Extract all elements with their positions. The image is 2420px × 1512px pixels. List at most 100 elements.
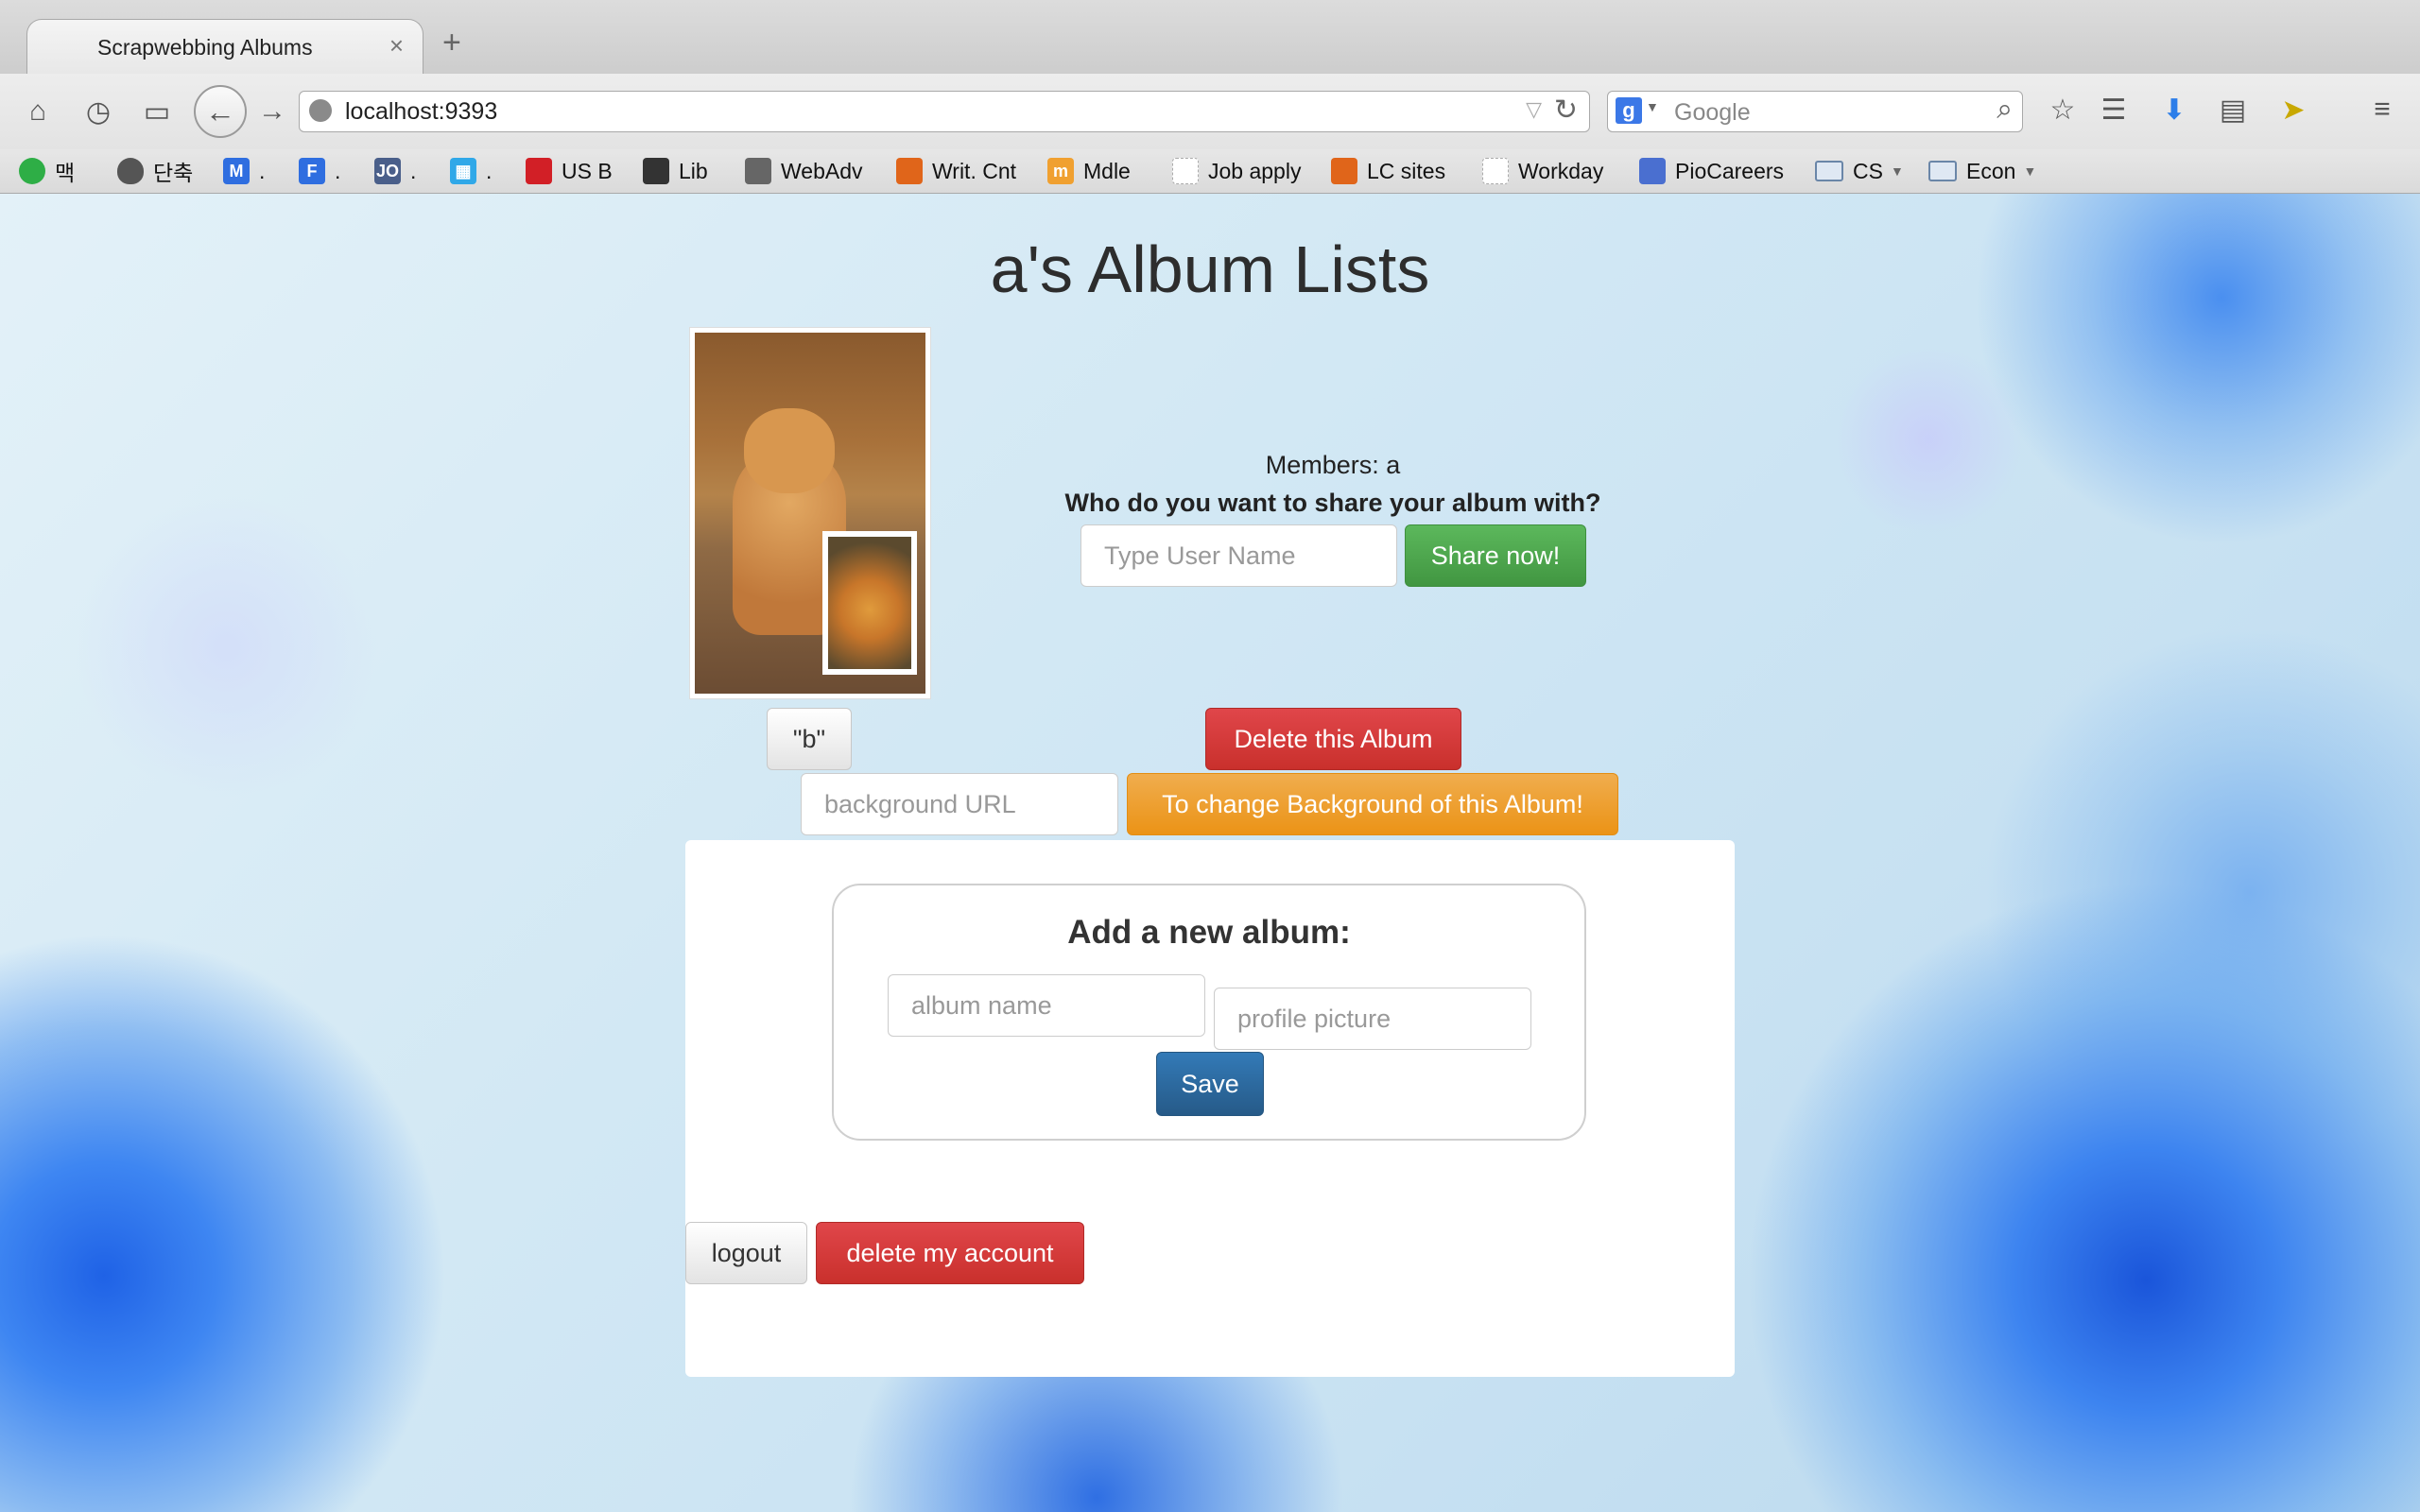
folder-icon bbox=[1815, 161, 1843, 181]
bookmark-item[interactable]: JO. bbox=[374, 155, 416, 187]
add-album-panel: Add a new album: Save bbox=[685, 840, 1735, 1377]
bookmarks-menu-icon[interactable]: ☰ bbox=[2095, 91, 2133, 129]
search-bar[interactable]: g ▼ Google ⌕ bbox=[1607, 91, 2023, 132]
browser-tab[interactable]: Scrapwebbing Albums × bbox=[26, 19, 424, 74]
bookmark-label: 맥 bbox=[55, 161, 76, 185]
bookmark-item[interactable]: WebAdv bbox=[745, 155, 863, 187]
delete-album-button[interactable]: Delete this Album bbox=[1205, 708, 1461, 770]
members-text: Members: a bbox=[1265, 451, 1401, 479]
url-bar[interactable]: localhost:9393 ▽ ↻ bbox=[299, 91, 1590, 132]
image-icon bbox=[745, 158, 771, 184]
bookmark-label: 단축 bbox=[153, 161, 194, 185]
blank-page-icon bbox=[1172, 158, 1199, 184]
bookmark-label: Lib bbox=[679, 158, 708, 183]
bookmarks-bar: 맥 단축 M. F. JO. ▦. US B Lib WebAdv Writ. Cnt m Mdle J… bbox=[0, 149, 2420, 193]
jo-badge-icon: JO bbox=[374, 158, 401, 184]
delete-account-button[interactable]: delete my account bbox=[816, 1222, 1084, 1284]
bookmark-item[interactable]: PioCareers bbox=[1639, 155, 1784, 187]
album-cover-image[interactable] bbox=[689, 327, 931, 699]
bookmark-item[interactable]: 단축 bbox=[117, 155, 193, 187]
engine-dropdown-icon[interactable]: ▼ bbox=[1646, 99, 1659, 114]
forward-icon[interactable]: → bbox=[253, 93, 291, 130]
bookmark-label: Mdle bbox=[1083, 158, 1131, 183]
new-tab-button[interactable]: + bbox=[442, 26, 461, 59]
browser-chrome: Scrapwebbing Albums × + ⌂ ◷ ▭ ← → localh… bbox=[0, 0, 2420, 194]
navigation-toolbar: ⌂ ◷ ▭ ← → localhost:9393 ▽ ↻ g ▼ Google … bbox=[0, 74, 2420, 149]
bookmark-item[interactable]: ▦. bbox=[450, 155, 492, 187]
history-icon[interactable]: ◷ bbox=[79, 93, 117, 130]
building-icon bbox=[643, 158, 669, 184]
bookmark-item[interactable]: US B bbox=[526, 155, 613, 187]
grid-badge-icon: ▦ bbox=[450, 158, 476, 184]
bookmark-label: CS bbox=[1853, 158, 1883, 183]
back-button[interactable]: ← bbox=[194, 85, 247, 138]
logout-button[interactable]: logout bbox=[685, 1222, 807, 1284]
bookmark-item[interactable]: Writ. Cnt bbox=[896, 155, 1016, 187]
bookmark-label: LC sites bbox=[1367, 158, 1446, 183]
cat-photo bbox=[695, 333, 925, 694]
page-icon[interactable]: ▤ bbox=[2214, 91, 2252, 129]
bookmark-item[interactable]: Job apply bbox=[1172, 155, 1301, 187]
bookmark-label: . bbox=[486, 158, 493, 183]
share-question: Who do you want to share your album with… bbox=[1064, 489, 1601, 517]
bookmark-label: Econ bbox=[1966, 158, 2016, 183]
blank-page-icon bbox=[1482, 158, 1509, 184]
change-background-button[interactable]: To change Background of this Album! bbox=[1127, 773, 1618, 835]
url-text[interactable]: localhost:9393 bbox=[345, 98, 497, 126]
apple-icon bbox=[117, 158, 144, 184]
page-content: a's Album Lists Members: a Who do you wa… bbox=[0, 194, 2420, 1512]
bookmark-item[interactable]: Econ ▼ bbox=[1928, 155, 2036, 187]
folder-icon bbox=[1928, 161, 1957, 181]
globe-icon bbox=[309, 99, 332, 122]
profile-picture-input[interactable] bbox=[1214, 988, 1531, 1050]
bookmark-star-icon[interactable]: ☆ bbox=[2044, 91, 2082, 129]
orange-shield-icon bbox=[896, 158, 923, 184]
cat-head bbox=[744, 408, 835, 493]
share-now-button[interactable]: Share now! bbox=[1405, 524, 1586, 587]
search-icon[interactable]: ⌕ bbox=[1996, 94, 2013, 126]
f-badge-icon: F bbox=[299, 158, 325, 184]
green-circle-icon bbox=[19, 158, 45, 184]
tab-close-button[interactable]: × bbox=[389, 31, 404, 60]
home-icon[interactable]: ⌂ bbox=[19, 93, 57, 130]
bookmark-item[interactable]: M. bbox=[223, 155, 265, 187]
bookmark-label: Writ. Cnt bbox=[932, 158, 1017, 183]
m-badge-icon: M bbox=[223, 158, 250, 184]
bookmark-item[interactable]: Lib bbox=[643, 155, 708, 187]
red-shield-icon bbox=[526, 158, 552, 184]
blue-square-icon bbox=[1639, 158, 1666, 184]
menu-icon[interactable]: ≡ bbox=[2363, 91, 2401, 129]
search-input[interactable]: Google bbox=[1674, 99, 1751, 127]
bookmark-label: . bbox=[335, 158, 341, 183]
album-b-button[interactable]: "b" bbox=[767, 708, 852, 770]
bookmark-item[interactable]: Workday bbox=[1482, 155, 1603, 187]
bookmark-item[interactable]: F. bbox=[299, 155, 340, 187]
bookmark-item[interactable]: LC sites bbox=[1331, 155, 1445, 187]
bookmark-label: WebAdv bbox=[781, 158, 863, 183]
cursor-addon-icon[interactable]: ➤ bbox=[2274, 91, 2312, 129]
tab-strip: Scrapwebbing Albums × + bbox=[0, 0, 2420, 74]
reload-icon[interactable]: ↻ bbox=[1554, 94, 1578, 127]
moodle-icon: m bbox=[1047, 158, 1074, 184]
downloads-icon[interactable]: ⬇ bbox=[2155, 91, 2193, 129]
tab-view-icon[interactable]: ▭ bbox=[138, 93, 176, 130]
folder-dropdown-icon: ▼ bbox=[1890, 163, 1904, 179]
add-album-form: Add a new album: Save bbox=[832, 884, 1586, 1141]
inset-photo bbox=[822, 531, 917, 675]
album-name-input[interactable] bbox=[888, 974, 1205, 1037]
bookmark-label: US B bbox=[562, 158, 613, 183]
google-engine-icon[interactable]: g bbox=[1616, 97, 1642, 124]
add-album-title: Add a new album: bbox=[1067, 914, 1351, 951]
background-url-input[interactable] bbox=[801, 773, 1118, 835]
bookmark-label: Job apply bbox=[1208, 158, 1302, 183]
tab-title: Scrapwebbing Albums bbox=[97, 35, 313, 60]
bookmark-item[interactable]: m Mdle bbox=[1047, 155, 1131, 187]
page-title: a's Album Lists bbox=[990, 232, 1430, 306]
bookmark-item[interactable]: CS ▼ bbox=[1815, 155, 1904, 187]
bookmark-item[interactable]: 맥 bbox=[19, 155, 75, 187]
url-dropdown-icon[interactable]: ▽ bbox=[1526, 97, 1542, 122]
bookmark-label: Workday bbox=[1518, 158, 1604, 183]
save-button[interactable]: Save bbox=[1156, 1052, 1264, 1116]
share-username-input[interactable] bbox=[1080, 524, 1397, 587]
bookmark-label: . bbox=[410, 158, 417, 183]
